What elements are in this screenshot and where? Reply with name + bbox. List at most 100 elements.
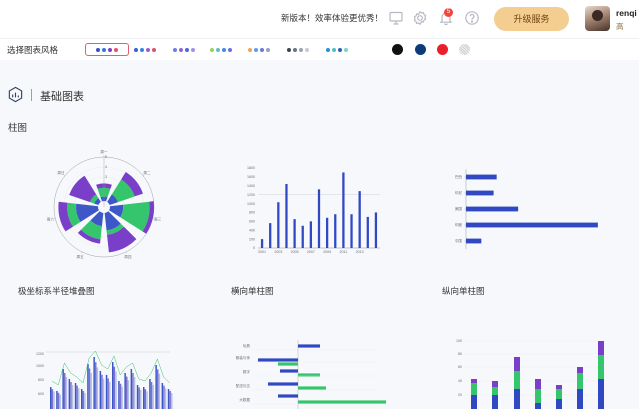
stacked-bar-chart: 100 80 60 40 20 (456, 339, 604, 409)
bar (74, 383, 77, 409)
card-caption-polar[interactable]: 极坐标系半径堆叠图 (18, 285, 95, 297)
bar (167, 389, 170, 409)
palette-option-1[interactable] (85, 43, 129, 56)
bar (285, 184, 288, 248)
bar (298, 386, 326, 390)
bar (466, 174, 497, 180)
chart-card-stacked[interactable]: 100 80 60 40 20 (444, 336, 609, 409)
bar-segment (535, 379, 541, 389)
solid-color-option-3[interactable] (437, 44, 448, 55)
bar (95, 362, 97, 409)
y-tick-label: 60 (458, 365, 462, 369)
y-tick-label: 印度 (455, 222, 463, 227)
palette-option-2[interactable] (128, 43, 162, 56)
bar (169, 391, 171, 409)
section-divider (31, 89, 32, 101)
bar (293, 219, 296, 248)
y-tick-label: 大数据 (239, 397, 250, 402)
y-tick-label: 美国 (455, 206, 463, 211)
bar (57, 392, 60, 409)
palette-dot (326, 47, 330, 52)
solid-color-option-4[interactable] (459, 44, 470, 55)
bar-segment (492, 381, 498, 387)
bar (112, 362, 114, 409)
bar-segment (556, 389, 562, 399)
bar (171, 393, 173, 409)
bar (126, 376, 128, 409)
polar-tick (142, 174, 145, 176)
bar (90, 373, 92, 409)
bar-segment (471, 379, 477, 383)
bar (119, 383, 122, 409)
bar (96, 367, 99, 409)
monitor-icon[interactable] (388, 10, 404, 26)
bar (115, 371, 117, 409)
bar (113, 366, 116, 409)
bar (466, 206, 519, 212)
palette-option-7[interactable] (320, 43, 354, 56)
bar (132, 373, 134, 409)
palette-dot (179, 47, 183, 52)
bar (164, 388, 167, 409)
palette-dot (287, 47, 291, 52)
bar (466, 238, 482, 244)
chart-card-pos-neg[interactable]: 玩具 服装与饰 数字 配送与交 大数据 (236, 338, 386, 409)
horizontal-bar-chart: 巴西印尼美国印度中国 (455, 169, 598, 249)
solid-color-option-1[interactable] (392, 44, 403, 55)
chart-card-grouped-line[interactable]: 1200 1000 800 600 (30, 336, 180, 409)
help-icon[interactable] (464, 10, 480, 26)
card-caption-vertical[interactable]: 横向单柱图 (231, 285, 274, 297)
bar-segment (492, 395, 498, 409)
bar (150, 382, 153, 409)
palette-option-4[interactable] (204, 43, 238, 56)
upgrade-service-button[interactable]: 升级服务 (494, 7, 569, 31)
palette-option-6[interactable] (281, 43, 315, 56)
y-tick-label: 1600 (247, 175, 255, 179)
gear-icon[interactable] (412, 10, 428, 26)
polar-stacked-chart: 周一周二周三周四 周五 周六 周日 1 2 3 4 5 (47, 149, 162, 259)
bar-segment (556, 399, 562, 409)
bar (155, 365, 157, 409)
bar (301, 225, 304, 248)
bar (277, 202, 280, 248)
promo-text[interactable]: 新版本！效率体验更优秀！ (281, 12, 383, 24)
polar-radius-label: 4 (105, 165, 107, 169)
bar-segment (514, 357, 520, 371)
bar (82, 391, 85, 409)
palette-option-5[interactable] (242, 43, 276, 56)
y-tick-label: 印尼 (455, 190, 463, 195)
bar (102, 378, 105, 409)
palette-option-3[interactable] (167, 43, 201, 56)
bar (93, 357, 95, 409)
palette-dot (338, 47, 342, 52)
bar-segment (577, 373, 583, 389)
chart-card-horizontal-bar[interactable]: 巴西 印尼 美国 印度 中国 (444, 165, 609, 253)
bar (88, 368, 91, 409)
bar (358, 191, 361, 248)
palette-dot (254, 47, 258, 52)
avatar[interactable] (585, 6, 610, 31)
y-tick-label: 200 (249, 237, 255, 241)
x-tick-label: 2003 (274, 250, 282, 254)
chart-card-vertical-bar[interactable]: 0 200 400 600 800 1000 1200 1400 1600 1800 2001 200… (236, 160, 386, 260)
palette-dot (173, 47, 177, 52)
y-tick-label: 800 (249, 211, 255, 215)
chart-card-polar-stacked[interactable]: 周一 周二 周三 周四 周五 周六 周日 1 2 3 4 5 (30, 148, 205, 273)
bar (374, 212, 378, 248)
top-header: 新版本！效率体验更优秀！ 5 升级服务 renqi 高 (0, 0, 639, 38)
y-tick-label: 600 (249, 220, 255, 224)
palette-dot (185, 47, 189, 52)
palette-dot (332, 47, 336, 52)
user-name[interactable]: renqi (616, 8, 637, 18)
card-caption-horizontal[interactable]: 纵向单柱图 (442, 285, 485, 297)
bar (350, 214, 353, 248)
polar-category-label: 周五 (77, 254, 85, 259)
bar (109, 381, 111, 409)
polar-category-label: 周一 (100, 149, 108, 154)
bar (99, 371, 102, 409)
bar-segment (514, 389, 520, 409)
bar (157, 369, 159, 409)
y-tick-label: 玩具 (243, 343, 251, 348)
solid-color-option-2[interactable] (415, 44, 426, 55)
bar (59, 394, 61, 409)
